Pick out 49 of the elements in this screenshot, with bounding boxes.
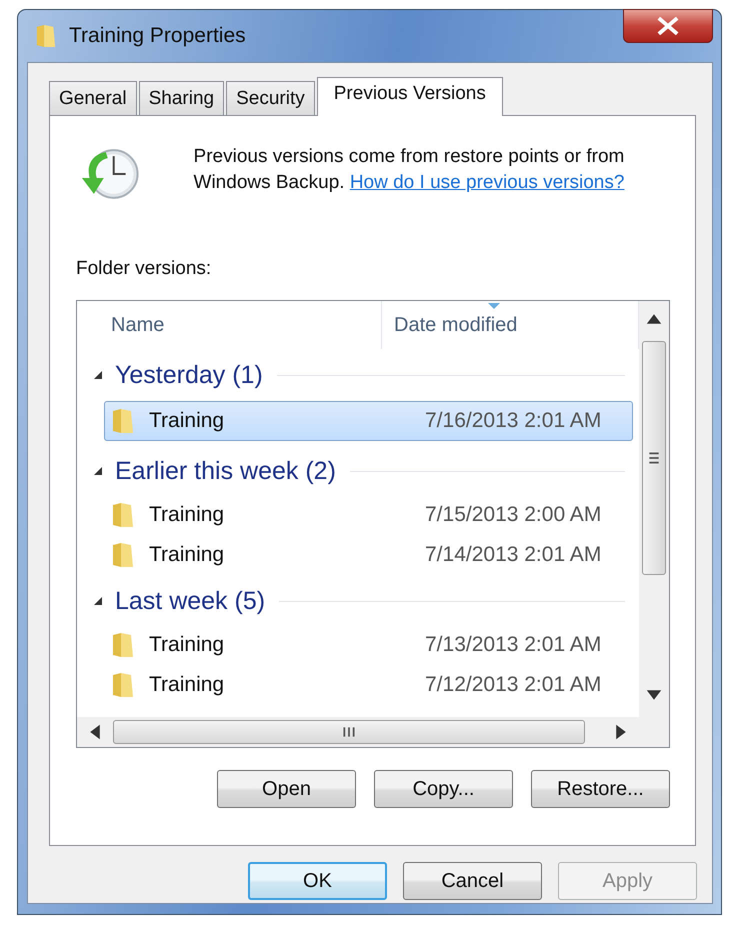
tab[interactable]: Previous Versions <box>316 77 503 116</box>
column-header[interactable]: Name <box>77 301 382 349</box>
item-name: Training <box>149 543 226 567</box>
version-row[interactable]: Training 7/13/2013 2:01 AM <box>104 625 633 665</box>
vertical-scrollbar[interactable] <box>639 301 669 747</box>
collapse-triangle-icon[interactable] <box>93 596 103 606</box>
tab[interactable]: Sharing <box>138 81 224 115</box>
dialog-button[interactable]: OK <box>248 862 387 900</box>
folder-icon <box>35 22 57 50</box>
version-row[interactable]: Training 7/12/2013 2:01 AM <box>104 665 633 705</box>
version-row[interactable]: Training 7/15/2013 2:00 AM <box>104 495 633 535</box>
item-date: 7/13/2013 2:01 AM <box>425 633 602 657</box>
folder-icon <box>111 541 135 569</box>
item-date: 7/16/2013 2:01 AM <box>425 409 602 433</box>
group-title: Yesterday (1) <box>115 360 263 390</box>
folder-icon <box>111 631 135 659</box>
group-title: Earlier this week (2) <box>115 456 336 486</box>
collapse-triangle-icon[interactable] <box>93 466 103 476</box>
tab[interactable]: General <box>49 81 137 115</box>
scroll-thumb[interactable] <box>642 341 666 575</box>
version-row[interactable]: Training 7/16/2013 2:01 AM <box>104 401 633 441</box>
item-date: 7/14/2013 2:01 AM <box>425 543 602 567</box>
item-name: Training <box>149 503 226 527</box>
tab[interactable]: Security <box>226 81 315 115</box>
action-button[interactable]: Restore... <box>531 770 670 808</box>
close-button[interactable] <box>623 9 713 43</box>
version-row[interactable]: Training 7/14/2013 2:01 AM <box>104 535 633 575</box>
item-name: Training <box>149 633 226 657</box>
horizontal-scrollbar[interactable] <box>77 717 639 747</box>
collapse-triangle-icon[interactable] <box>93 370 103 380</box>
item-name: Training <box>149 673 226 697</box>
help-link[interactable]: How do I use previous versions? <box>350 172 624 193</box>
window-title: Training Properties <box>69 24 246 48</box>
item-date: 7/15/2013 2:00 AM <box>425 503 602 527</box>
close-icon <box>657 17 679 35</box>
folder-icon <box>111 407 135 435</box>
folder-icon <box>111 501 135 529</box>
grip-icon <box>648 451 660 465</box>
list-label: Folder versions: <box>76 258 212 281</box>
dialog-button[interactable]: Cancel <box>403 862 542 900</box>
grip-icon <box>342 726 356 738</box>
group-title: Last week (5) <box>115 586 266 616</box>
action-button[interactable]: Copy... <box>374 770 513 808</box>
action-button[interactable]: Open <box>217 770 356 808</box>
item-date: 7/12/2013 2:01 AM <box>425 673 602 697</box>
scroll-thumb[interactable] <box>113 720 585 744</box>
item-name: Training <box>149 409 226 433</box>
description-text: Previous versions come from restore points or from Windows Backup. How do I use previous versions? <box>194 145 626 195</box>
folder-icon <box>111 671 135 699</box>
